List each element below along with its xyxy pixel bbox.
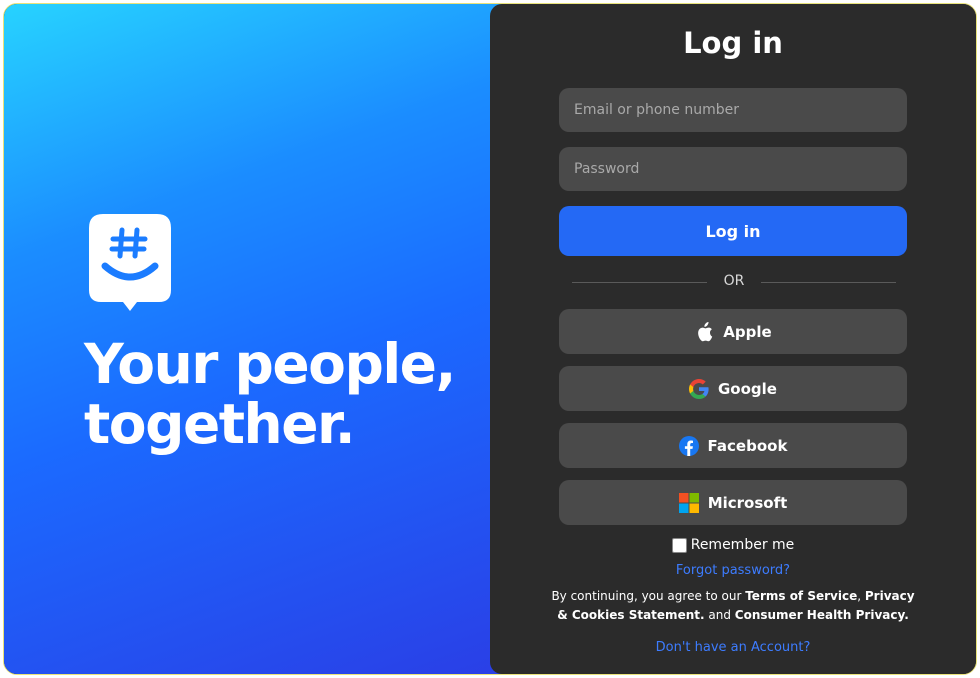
- facebook-login-button[interactable]: Facebook: [559, 423, 907, 468]
- terms-comma: ,: [857, 589, 865, 603]
- google-icon: [689, 378, 709, 399]
- remember-me-label: Remember me: [690, 537, 795, 553]
- login-button[interactable]: Log in: [559, 206, 907, 256]
- google-login-button[interactable]: Google: [559, 366, 907, 411]
- hero-panel: Your people, together.: [4, 4, 504, 674]
- facebook-icon: [678, 435, 699, 456]
- divider-line-right: [761, 282, 896, 283]
- microsoft-login-button[interactable]: Microsoft: [559, 480, 907, 525]
- login-window: Your people, together. Log in Log in OR …: [3, 3, 977, 675]
- microsoft-login-label: Microsoft: [707, 493, 788, 512]
- terms-prefix: By continuing, you agree to our: [551, 589, 746, 603]
- login-title: Log in: [683, 26, 783, 60]
- health-privacy-link[interactable]: Consumer Health Privacy.: [735, 608, 909, 622]
- facebook-login-label: Facebook: [707, 436, 788, 455]
- login-panel: Log in Log in OR Apple: [490, 4, 976, 674]
- tagline: Your people, together.: [84, 332, 456, 456]
- password-field[interactable]: [559, 147, 907, 191]
- apple-icon: [694, 321, 714, 342]
- apple-login-button[interactable]: Apple: [559, 309, 907, 354]
- groupme-logo-icon: [89, 214, 171, 311]
- or-text: OR: [723, 273, 745, 289]
- email-field[interactable]: [559, 88, 907, 132]
- tagline-line-1: Your people,: [84, 332, 456, 396]
- terms-and: and: [704, 608, 735, 622]
- terms-of-service-link[interactable]: Terms of Service: [745, 589, 857, 603]
- remember-me-checkbox[interactable]: [671, 537, 687, 553]
- google-login-label: Google: [718, 379, 777, 398]
- apple-login-label: Apple: [723, 322, 772, 341]
- remember-me: Remember me: [490, 537, 976, 553]
- forgot-password-link[interactable]: Forgot password?: [490, 563, 976, 578]
- signup-link[interactable]: Don't have an Account?: [490, 640, 976, 655]
- microsoft-icon: [678, 492, 699, 513]
- terms-text: By continuing, you agree to our Terms of…: [550, 587, 916, 625]
- tagline-line-2: together.: [84, 392, 356, 456]
- or-divider: OR: [572, 272, 896, 292]
